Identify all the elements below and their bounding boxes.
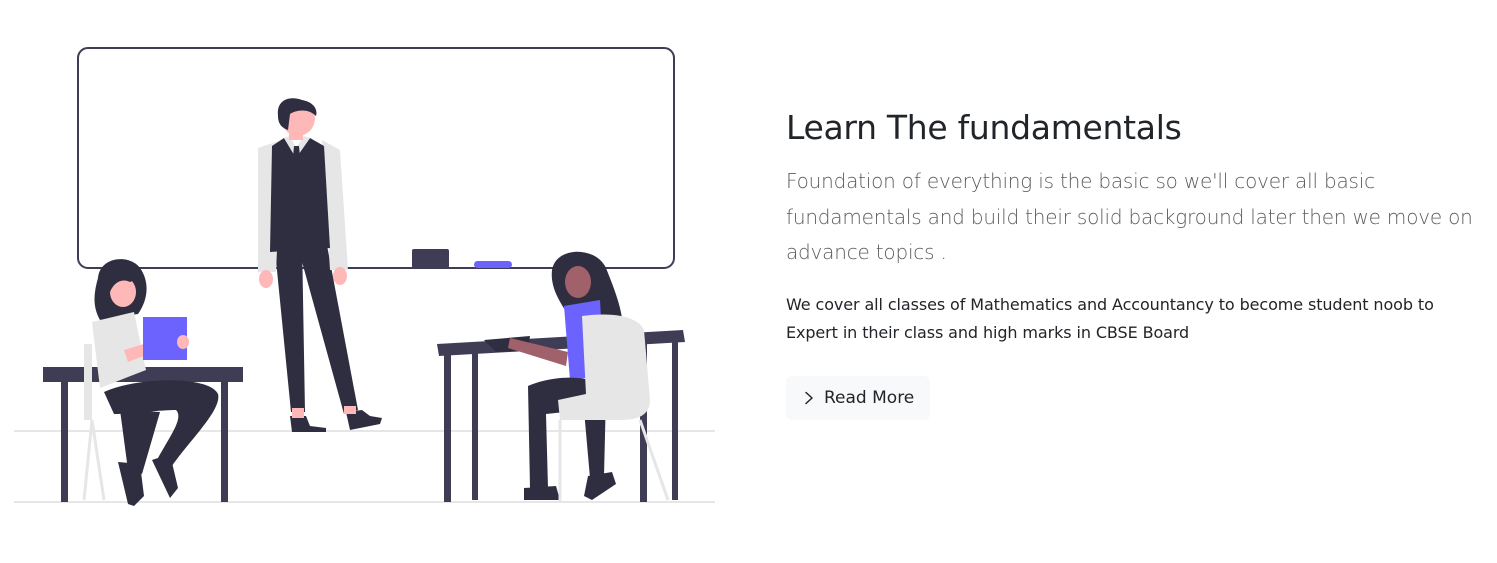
board-eraser <box>412 249 449 268</box>
chevron-right-icon <box>805 391 813 405</box>
read-more-label: Read More <box>824 388 915 408</box>
board-marker <box>474 261 512 268</box>
feature-title: Learn The fundamentals <box>786 108 1182 147</box>
feature-section: Learn The fundamentals Foundation of eve… <box>0 0 1497 563</box>
feature-description: We cover all classes of Mathematics and … <box>786 294 1434 342</box>
classroom-illustration <box>14 47 715 506</box>
read-more-button[interactable]: Read More <box>786 376 931 420</box>
left-student-figure <box>82 259 219 506</box>
feature-lead: Foundation of everything is the basic so… <box>786 169 1473 264</box>
feature-content: Learn The fundamentals Foundation of eve… <box>786 106 1476 420</box>
whiteboard <box>77 47 675 269</box>
